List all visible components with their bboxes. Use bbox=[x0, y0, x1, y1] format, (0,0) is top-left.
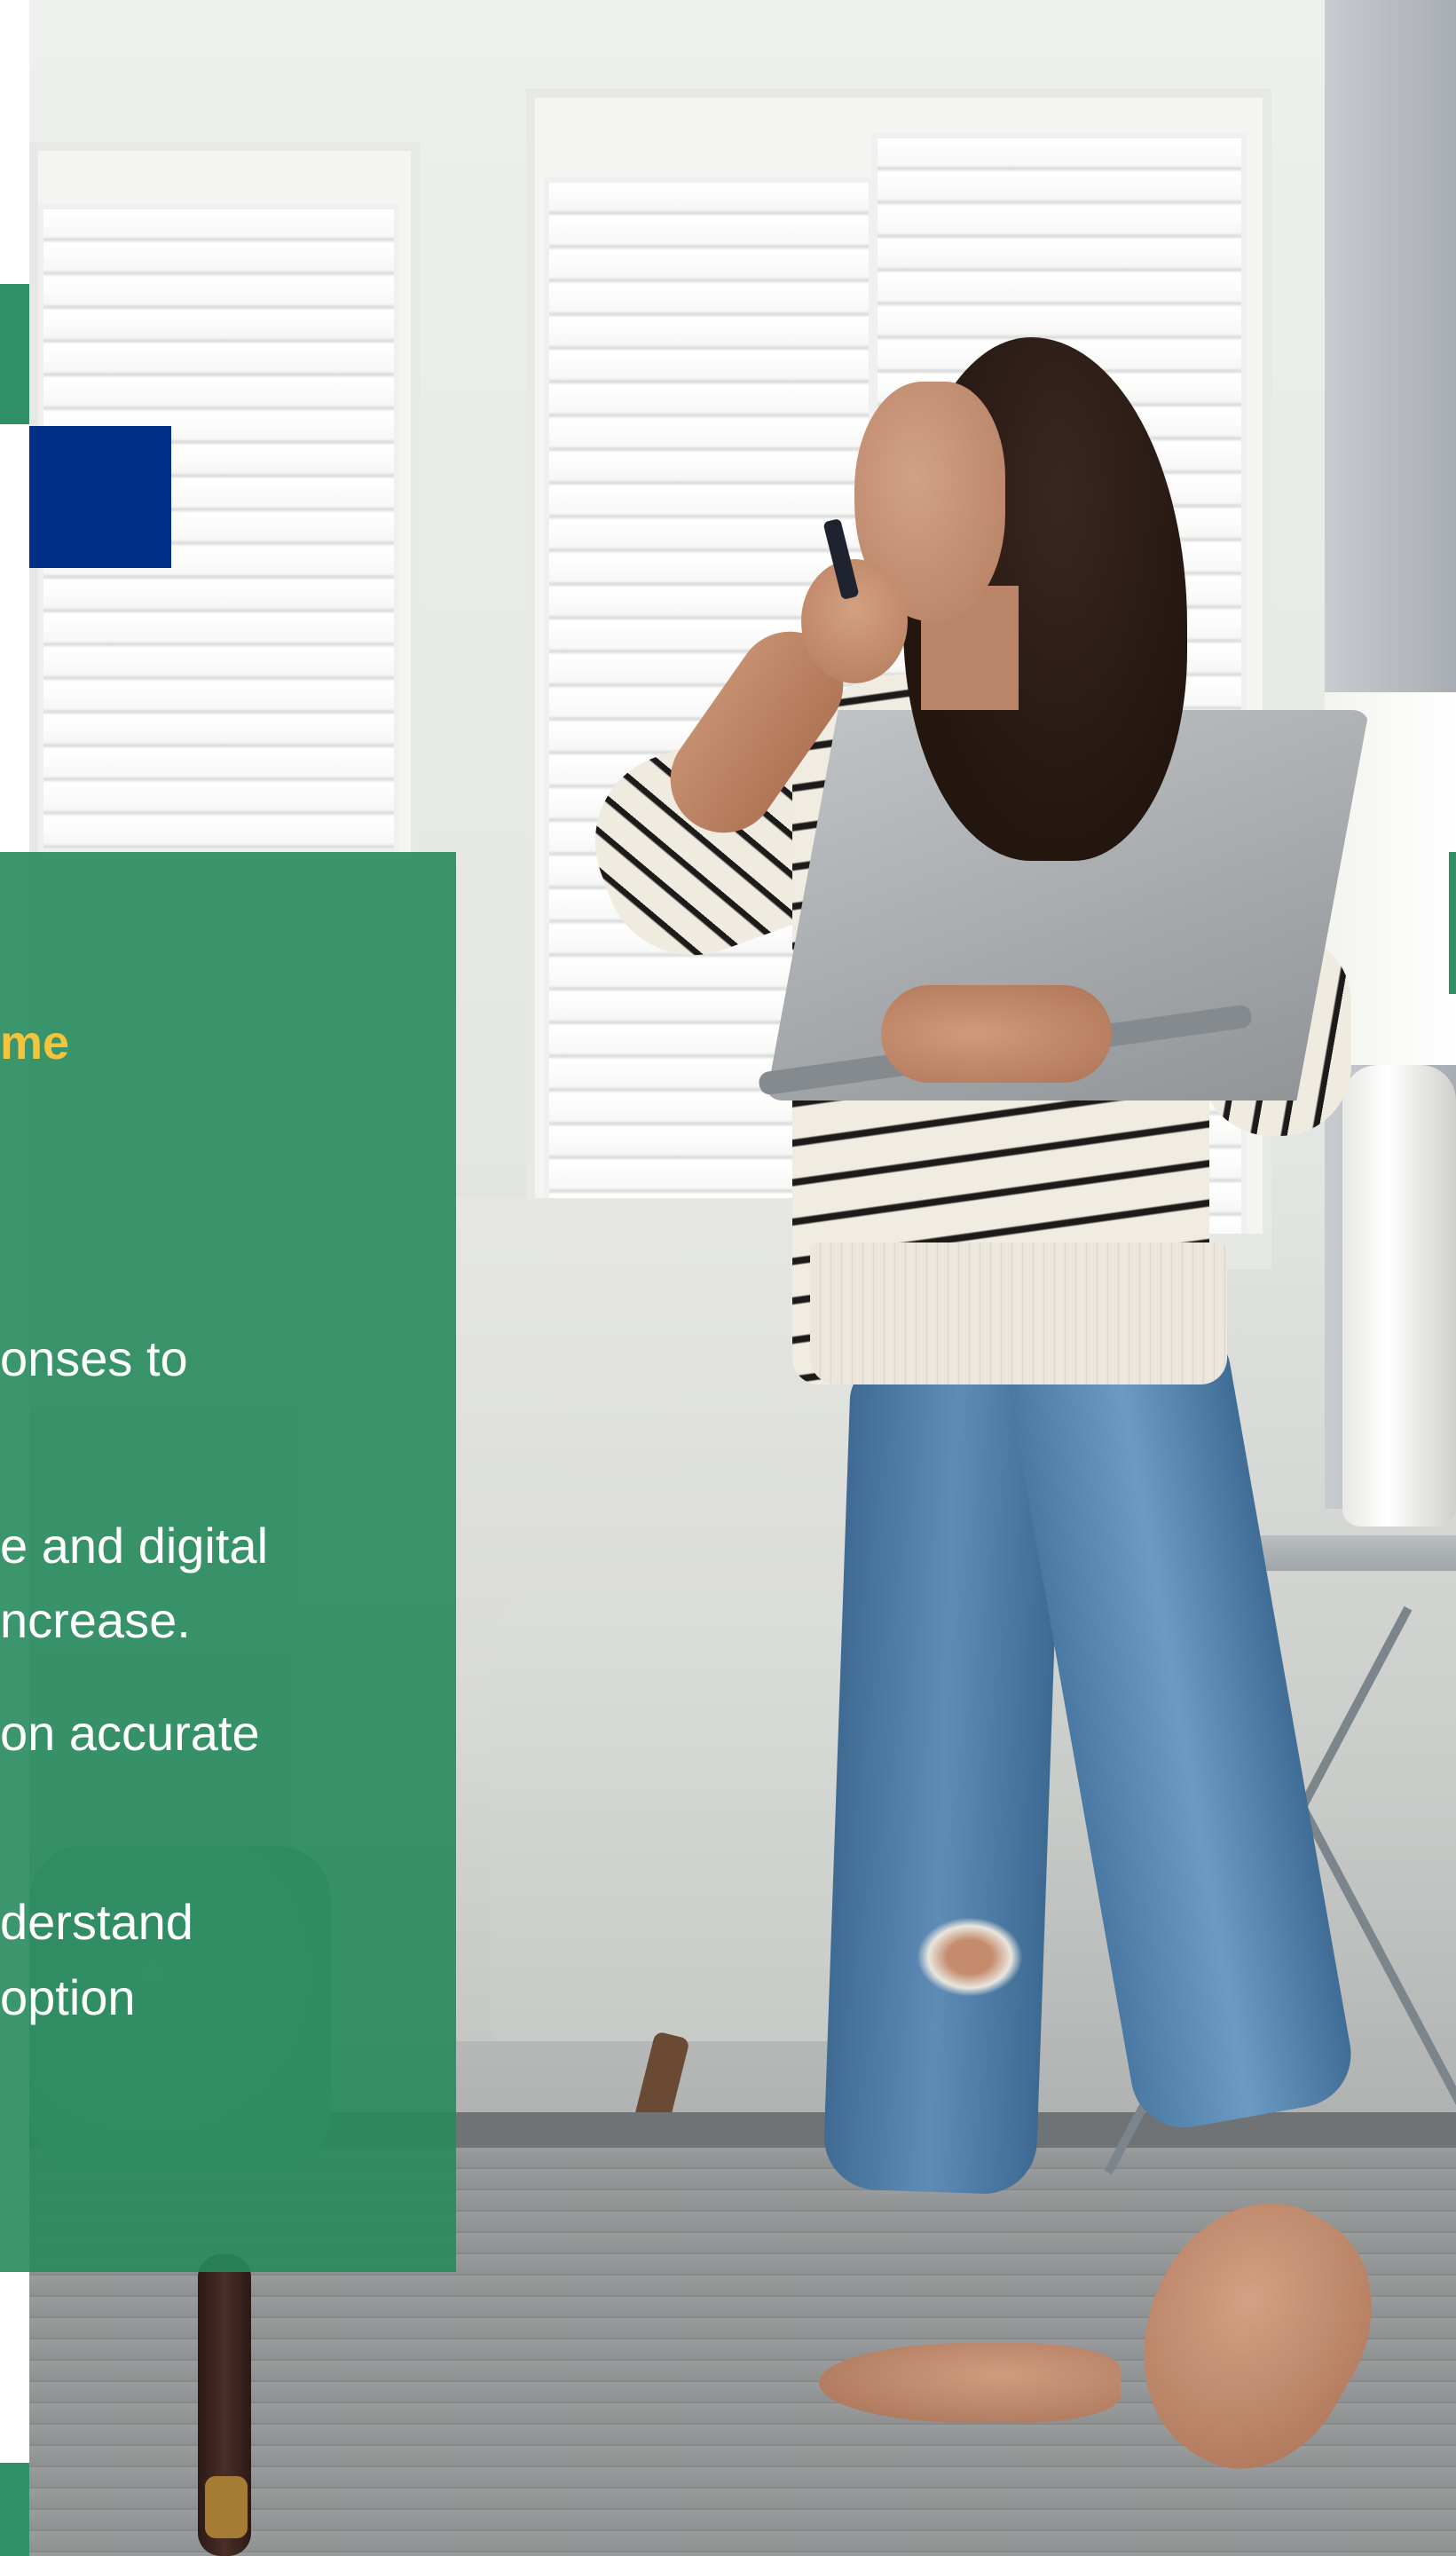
sweater-ribbing bbox=[810, 1242, 1227, 1384]
lamp-base bbox=[1342, 1065, 1456, 1526]
green-accent-square bbox=[0, 2463, 29, 2556]
foot-left bbox=[819, 2343, 1121, 2423]
panel-text-line: on accurate bbox=[0, 1705, 260, 1761]
sofa-arm bbox=[491, 1598, 863, 2041]
panel-text-line: ncrease. bbox=[0, 1592, 191, 1648]
panel-text-line: derstand bbox=[0, 1894, 193, 1950]
panel-text-line: option bbox=[0, 1969, 136, 2025]
jeans-rip bbox=[917, 1917, 1023, 1997]
panel-heading: me bbox=[0, 1016, 70, 1069]
blue-accent-square bbox=[29, 426, 171, 568]
green-accent-square bbox=[0, 284, 29, 424]
hand-on-laptop bbox=[881, 985, 1112, 1083]
panel-text-line: e and digital bbox=[0, 1518, 269, 1574]
ottoman-foot bbox=[205, 2476, 248, 2538]
green-accent-edge bbox=[1449, 852, 1456, 994]
jeans-right-leg bbox=[1005, 1328, 1360, 2136]
panel-text-line: onses to bbox=[0, 1330, 188, 1386]
page: me onses to e and digital ncrease. on ac… bbox=[0, 0, 1456, 2556]
